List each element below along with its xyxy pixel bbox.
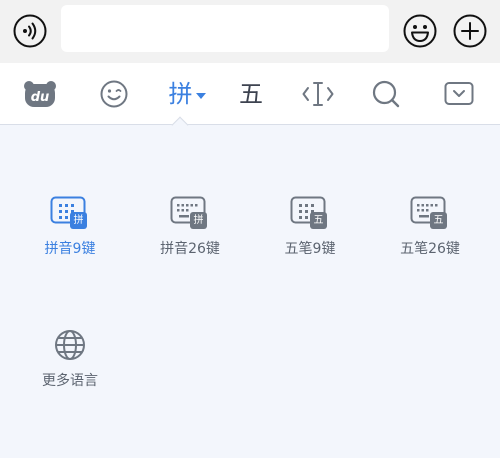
keyboard-layout-panel: 拼 拼音9键 拼 拼音26键 五 五笔9键 五 五笔26键 更多语言 [0,126,500,458]
layout-more-languages[interactable]: 更多语言 [10,328,130,398]
layout-badge: 五 [430,212,447,229]
toolbar-pinyin-mode-button[interactable]: 拼 [162,77,212,111]
pinyin-mode-icon: 拼 [168,80,193,108]
toolbar-wubi-mode-button[interactable]: 五 [232,77,270,111]
plus-icon [453,14,487,48]
smiley-face-icon [403,14,437,48]
layout-label: 拼音26键 [160,241,220,257]
toolbar-cursor-button[interactable] [300,77,336,111]
layout-pinyin-26key[interactable]: 拼 拼音26键 [130,196,250,266]
message-text-input[interactable] [61,5,389,52]
layout-pinyin-9key[interactable]: 拼 拼音9键 [10,196,130,266]
keyboard-26key-icon: 五 [410,196,450,232]
baidu-du-logo-icon: du [24,81,56,107]
wubi-mode-icon: 五 [239,80,263,108]
layout-label: 五笔9键 [284,241,336,257]
dropdown-caret-icon [195,92,206,99]
toolbar-search-button[interactable] [369,77,403,111]
keyboard-9key-icon: 拼 [50,196,90,232]
layout-label: 更多语言 [42,373,98,389]
voice-icon [13,14,47,48]
layout-badge: 拼 [70,212,87,229]
hide-keyboard-icon [444,82,474,105]
layout-wubi-9key[interactable]: 五 五笔9键 [250,196,370,266]
toolbar-du-button[interactable]: du [22,77,58,111]
keyboard-9key-icon: 五 [290,196,330,232]
search-icon [372,80,400,108]
layout-label: 拼音9键 [44,241,96,257]
globe-icon [55,330,85,360]
emoji-face-icon [100,80,128,108]
toolbar-emoji-button[interactable] [97,77,131,111]
emoji-button[interactable] [403,14,437,48]
chat-input-bar [0,0,500,63]
du-logo-text: du [31,90,50,105]
layout-badge: 拼 [190,212,207,229]
keyboard-toolbar: du 拼 五 [0,63,500,125]
keyboard-26key-icon: 拼 [170,196,210,232]
layout-badge: 五 [310,212,327,229]
toolbar-hide-keyboard-button[interactable] [442,77,476,111]
cursor-edit-icon [302,82,334,106]
layout-wubi-26key[interactable]: 五 五笔26键 [370,196,490,266]
layout-label: 五笔26键 [400,241,460,257]
voice-input-button[interactable] [13,14,47,48]
more-actions-button[interactable] [453,14,487,48]
